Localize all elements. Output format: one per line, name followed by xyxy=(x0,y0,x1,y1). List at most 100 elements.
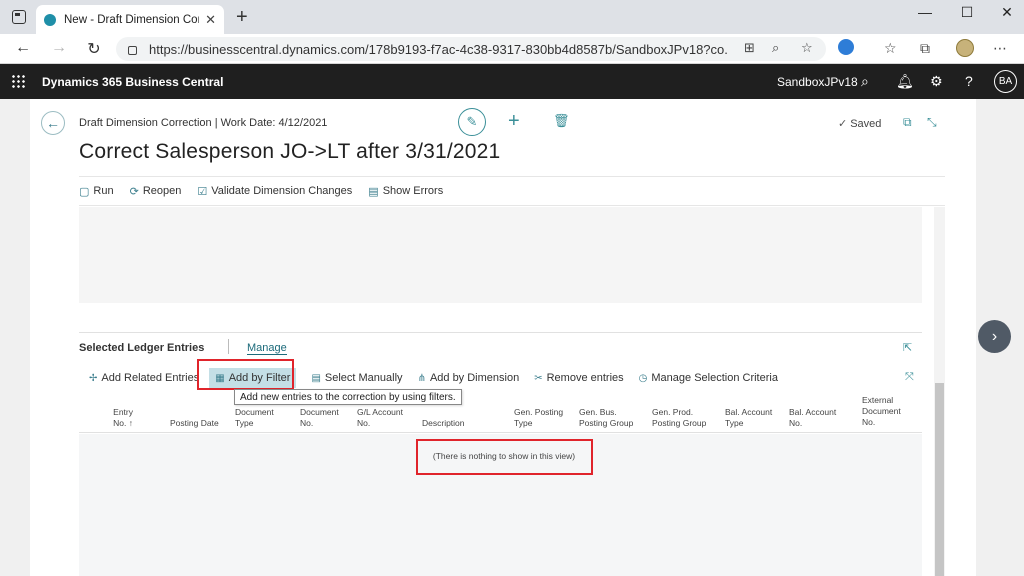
history-icon: ◷ xyxy=(638,372,648,384)
expand-part-icon[interactable]: ⇱ xyxy=(903,341,912,354)
app-available-icon[interactable]: ⊞ xyxy=(744,40,755,56)
col-label: Bal. Account xyxy=(789,407,837,417)
maximize-button[interactable]: ☐ xyxy=(952,4,982,21)
new-tab-button[interactable]: + xyxy=(236,6,248,29)
help-icon[interactable]: ? xyxy=(965,73,973,89)
col-label: Type xyxy=(235,418,254,428)
add-by-dimension-label: Add by Dimension xyxy=(429,372,520,384)
part-title: Selected Ledger Entries xyxy=(79,342,205,354)
saved-status: ✓ Saved xyxy=(838,117,881,130)
chevron-right-icon: › xyxy=(991,327,998,345)
validate-label: Validate Dimension Changes xyxy=(211,185,353,197)
back-button[interactable]: ← xyxy=(41,111,65,135)
collapse-icon[interactable]: ⤡ xyxy=(927,115,937,130)
new-button[interactable]: + xyxy=(508,110,520,133)
reopen-action[interactable]: ⟳ Reopen xyxy=(130,185,182,198)
app-launcher-icon[interactable] xyxy=(11,74,25,88)
show-errors-action[interactable]: ▤ Show Errors xyxy=(368,185,443,198)
col-label: Entry xyxy=(113,407,133,417)
col-gen-prod-posting-group[interactable]: Gen. Prod. Posting Group xyxy=(652,407,706,429)
col-label: External xyxy=(862,395,894,405)
part-action-bar: ✢ Add Related Entries ▦ Add by Filter ▤ Sel… xyxy=(89,368,793,388)
col-posting-date[interactable]: Posting Date xyxy=(170,418,219,429)
add-related-entries-action[interactable]: ✢ Add Related Entries xyxy=(89,368,199,388)
run-label: Run xyxy=(93,185,114,197)
validate-dimension-changes-action[interactable]: ☑ Validate Dimension Changes xyxy=(197,185,352,198)
zoom-icon[interactable]: ⌕ xyxy=(772,40,779,56)
manage-menu[interactable]: Manage xyxy=(247,342,287,355)
tab-close-icon[interactable]: ✕ xyxy=(205,12,216,28)
select-list-icon: ▤ xyxy=(311,372,321,384)
url-text: https://businesscentral.dynamics.com/178… xyxy=(149,41,729,57)
validate-icon: ☑ xyxy=(197,185,208,198)
col-bal-account-type[interactable]: Bal. Account Type xyxy=(725,407,772,429)
collections-icon[interactable]: ⧉ xyxy=(920,40,930,57)
part-separator xyxy=(79,332,922,333)
close-window-button[interactable]: ✕ xyxy=(992,4,1022,21)
col-label: G/L Account xyxy=(357,407,403,417)
remove-icon: ✂ xyxy=(534,372,543,384)
more-menu-icon[interactable]: ⋯ xyxy=(993,40,1007,57)
forward-arrow-icon[interactable]: → xyxy=(48,39,70,57)
dimension-icon: ⋔ xyxy=(417,372,426,384)
user-avatar[interactable]: BA xyxy=(994,70,1017,93)
col-gen-posting-type[interactable]: Gen. Posting Type xyxy=(514,407,563,429)
notifications-bell-icon[interactable]: 🔔︎ xyxy=(896,73,914,90)
remove-entries-action[interactable]: ✂ Remove entries xyxy=(534,368,623,388)
col-gl-account-no[interactable]: G/L Account No. xyxy=(357,407,403,429)
scrollbar-thumb[interactable] xyxy=(935,383,944,576)
back-arrow-icon[interactable]: ← xyxy=(12,39,34,57)
col-label: Description xyxy=(422,418,465,428)
col-label: No. xyxy=(789,418,803,428)
select-manually-action[interactable]: ▤ Select Manually xyxy=(311,368,402,388)
page-action-bar: ▢ Run ⟳ Reopen ☑ Validate Dimension Changes… xyxy=(79,176,945,206)
manage-selection-criteria-label: Manage Selection Criteria xyxy=(651,372,778,384)
col-document-type[interactable]: Document Type xyxy=(235,407,274,429)
add-related-icon: ✢ xyxy=(89,372,98,384)
pin-icon[interactable]: ⤧ xyxy=(905,371,914,384)
browser-profile-avatar[interactable] xyxy=(956,39,974,57)
col-label: No. xyxy=(300,418,314,428)
run-action[interactable]: ▢ Run xyxy=(79,185,114,198)
tab-title: New - Draft Dimension Correctio xyxy=(64,13,199,26)
col-document-no[interactable]: Document No. xyxy=(300,407,339,429)
edit-button[interactable]: ✎ xyxy=(458,108,486,136)
browser-tab[interactable]: New - Draft Dimension Correctio ✕ xyxy=(36,5,224,34)
address-bar[interactable]: https://businesscentral.dynamics.com/178… xyxy=(116,37,826,61)
favorites-icon[interactable]: ☆ xyxy=(884,40,897,57)
col-label: Posting Date xyxy=(170,418,219,428)
favorite-star-icon[interactable]: ☆ xyxy=(801,40,813,56)
col-description[interactable]: Description xyxy=(422,418,465,429)
tab-actions-icon[interactable] xyxy=(12,10,26,24)
header-fields-area xyxy=(79,207,922,303)
col-external-document-no[interactable]: External Document No. xyxy=(862,395,901,428)
factbox-toggle-button[interactable]: › xyxy=(978,320,1011,353)
col-label: No. xyxy=(357,418,371,428)
app-name[interactable]: Dynamics 365 Business Central xyxy=(42,75,223,89)
address-bar-row: ← → ↻ https://businesscentral.dynamics.c… xyxy=(0,34,1024,64)
reopen-icon: ⟳ xyxy=(129,185,139,198)
col-entry-no[interactable]: Entry No. ↑ xyxy=(79,407,133,429)
col-label: Gen. Posting xyxy=(514,407,564,417)
environment-name: SandboxJPv18 xyxy=(777,75,858,89)
lock-icon xyxy=(128,45,137,55)
manage-selection-criteria-action[interactable]: ◷ Manage Selection Criteria xyxy=(639,368,778,388)
col-label: Type xyxy=(725,418,744,428)
col-gen-bus-posting-group[interactable]: Gen. Bus. Posting Group xyxy=(579,407,633,429)
add-related-label: Add Related Entries xyxy=(101,372,200,384)
delete-button[interactable]: 🗑︎ xyxy=(553,113,570,129)
highlight-box-empty-message xyxy=(416,439,593,475)
saved-label: Saved xyxy=(850,118,882,130)
search-icon[interactable]: ⌕ xyxy=(861,73,869,90)
col-label: Type xyxy=(514,418,533,428)
minimize-button[interactable]: — xyxy=(910,4,940,20)
col-label: Document xyxy=(300,407,339,417)
refresh-icon[interactable]: ↻ xyxy=(83,39,105,59)
settings-gear-icon[interactable]: ⚙ xyxy=(930,73,943,90)
run-icon: ▢ xyxy=(79,185,90,198)
show-errors-label: Show Errors xyxy=(382,185,444,197)
extension-icon[interactable] xyxy=(838,39,854,55)
open-new-window-icon[interactable]: ⧉ xyxy=(903,115,912,130)
add-by-dimension-action[interactable]: ⋔ Add by Dimension xyxy=(418,368,520,388)
col-bal-account-no[interactable]: Bal. Account No. xyxy=(789,407,836,429)
